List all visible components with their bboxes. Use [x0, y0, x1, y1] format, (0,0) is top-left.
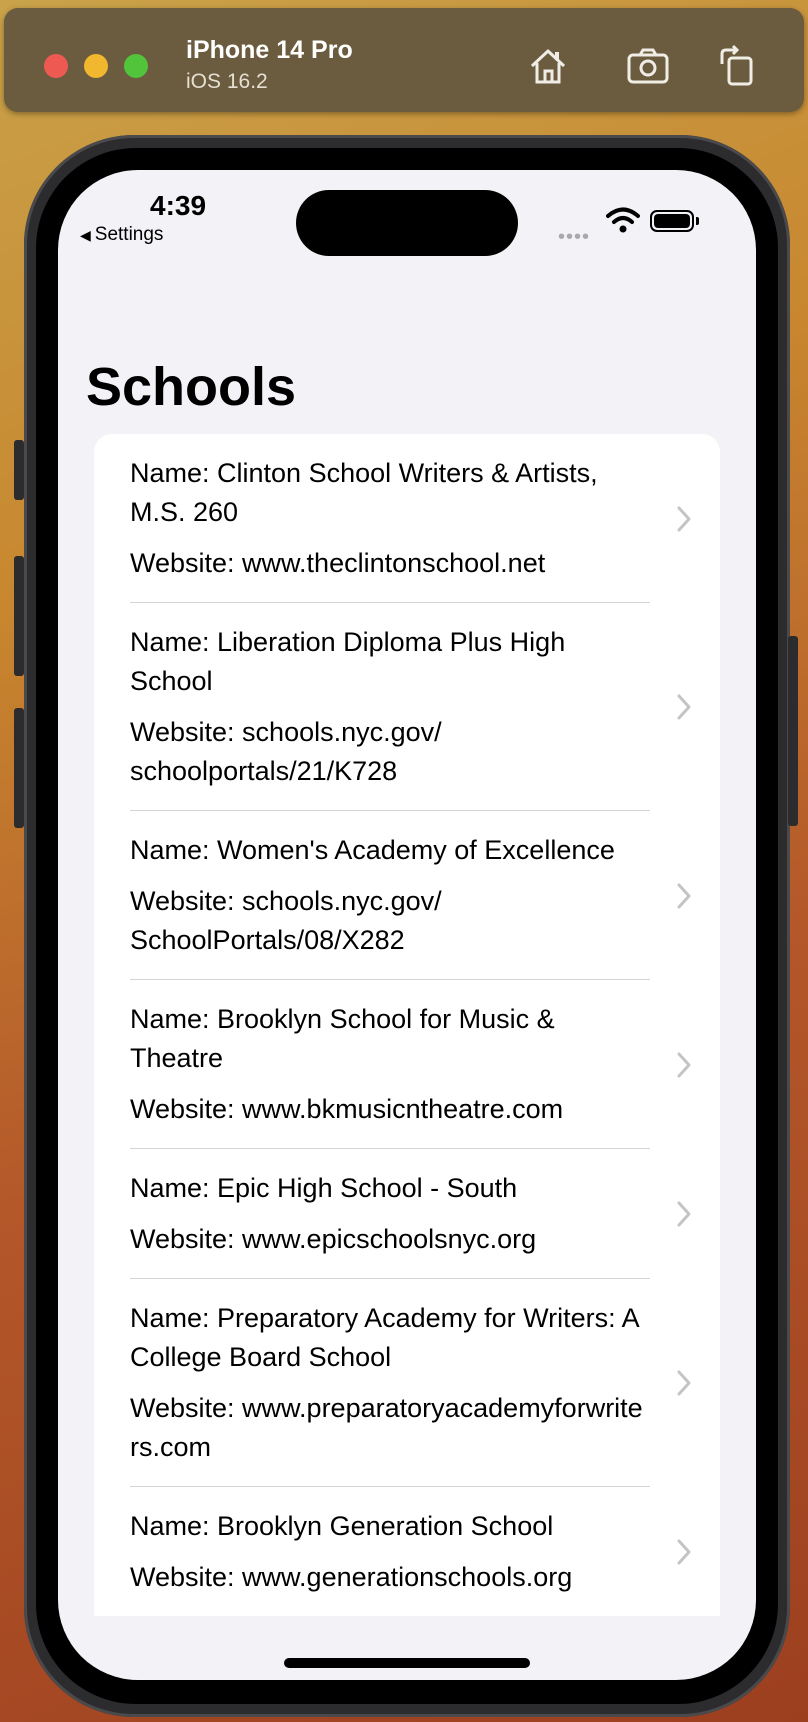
close-window-button[interactable]: [44, 54, 68, 78]
school-row[interactable]: Name: Brooklyn School for Music & Theatr…: [94, 980, 720, 1149]
chevron-right-icon: [677, 1370, 691, 1396]
school-name: Name: Brooklyn School for Music & Theatr…: [130, 1004, 555, 1073]
back-to-settings-link[interactable]: ◀ Settings: [80, 224, 163, 246]
school-name: Name: Clinton School Writers & Artists, …: [130, 458, 598, 527]
os-version: iOS 16.2: [186, 70, 268, 93]
school-website: Website: www.epicschoolsnyc.org: [130, 1224, 537, 1254]
battery-cap: [696, 217, 699, 225]
school-row[interactable]: Name: Epic High School - South Website: …: [94, 1149, 720, 1279]
volume-down-button: [14, 708, 24, 828]
camera-icon[interactable]: [624, 42, 672, 90]
school-website: Website: www.preparatoryacademyforwriter…: [130, 1393, 643, 1462]
chevron-right-icon: [677, 506, 691, 531]
school-row[interactable]: Name: Clinton School Writers & Artists, …: [94, 434, 720, 603]
school-name: Name: Liberation Diploma Plus High Schoo…: [130, 627, 566, 696]
power-button: [788, 636, 798, 826]
status-time: 4:39: [150, 190, 207, 221]
wifi-icon: [606, 207, 640, 233]
back-arrow-icon: ◀: [80, 227, 91, 243]
battery-icon: [650, 210, 694, 232]
volume-up-button: [14, 556, 24, 676]
page-title: Schools: [86, 357, 297, 417]
device-name: iPhone 14 Pro: [186, 36, 353, 64]
school-row[interactable]: Name: Liberation Diploma Plus High Schoo…: [94, 603, 720, 811]
school-name: Name: Epic High School - South: [130, 1173, 518, 1203]
school-row[interactable]: Name: Brooklyn Generation School Website…: [94, 1487, 720, 1616]
school-website: Website: www.bkmusicntheatre.com: [130, 1094, 564, 1124]
mute-switch: [14, 440, 24, 500]
school-name: Name: Preparatory Academy for Writers: A…: [130, 1303, 639, 1372]
chevron-right-icon: [677, 1052, 691, 1077]
schools-list[interactable]: Name: Clinton School Writers & Artists, …: [94, 434, 720, 1616]
school-row[interactable]: Name: Preparatory Academy for Writers: A…: [94, 1279, 720, 1487]
cellular-signal-icon: ••••: [558, 226, 591, 248]
simulator-toolbar: iPhone 14 Pro iOS 16.2: [4, 8, 804, 112]
school-website: Website: www.theclintonschool.net: [130, 548, 546, 578]
zoom-window-button[interactable]: [124, 54, 148, 78]
chevron-right-icon: [677, 1201, 691, 1227]
rotate-icon[interactable]: [714, 42, 762, 90]
school-website: Website: schools.nyc.gov/ schoolportals/…: [130, 717, 442, 786]
back-label: Settings: [94, 224, 164, 245]
home-icon[interactable]: [524, 42, 572, 90]
chevron-right-icon: [677, 1539, 691, 1564]
chevron-right-icon: [677, 694, 691, 720]
chevron-right-icon: [677, 883, 691, 908]
home-indicator[interactable]: [284, 1658, 530, 1668]
school-name: Name: Brooklyn Generation School: [130, 1511, 554, 1541]
school-name: Name: Women's Academy of Excellence: [130, 835, 615, 865]
school-website: Website: www.generationschools.org: [130, 1562, 573, 1592]
school-website: Website: schools.nyc.gov/ SchoolPortals/…: [130, 886, 442, 955]
phone-screen: 4:39 ◀ Settings •••• Schools Name: Clinto…: [58, 170, 756, 1680]
school-row[interactable]: Name: Women's Academy of Excellence Webs…: [94, 811, 720, 980]
dynamic-island: [296, 190, 518, 256]
minimize-window-button[interactable]: [84, 54, 108, 78]
